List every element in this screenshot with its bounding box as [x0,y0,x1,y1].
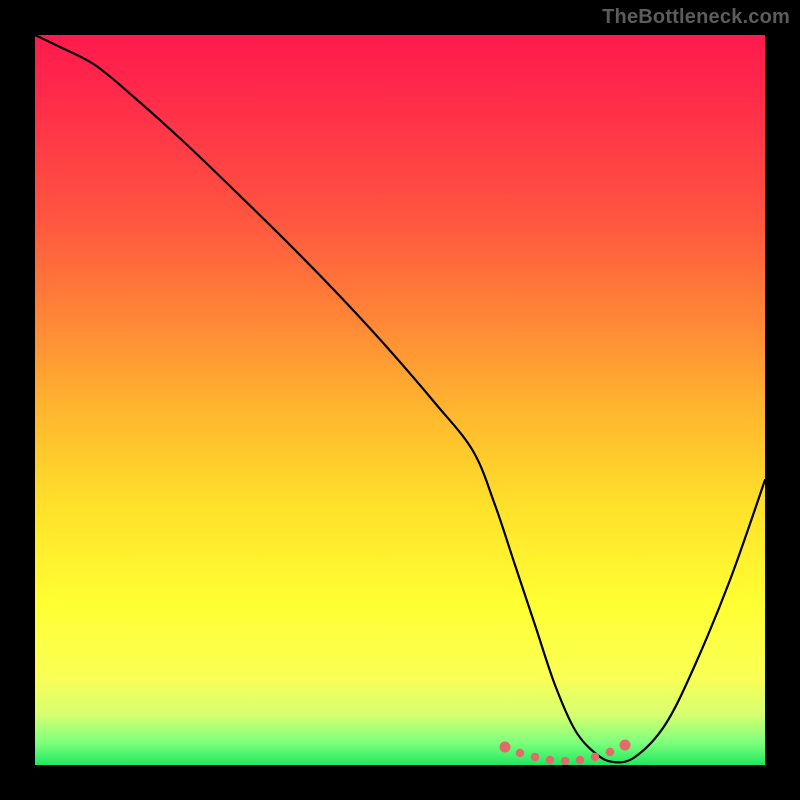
watermark-label: TheBottleneck.com [602,6,790,29]
sweet-spot-marker [500,742,511,753]
sweet-spot-marker [531,753,539,761]
sweet-spot-marker [561,757,569,765]
sweet-spot-marker [546,756,554,764]
sweet-spot-marker [591,753,599,761]
chart-svg [35,35,765,765]
sweet-spot-marker [606,748,614,756]
bottleneck-curve [35,35,765,762]
sweet-spot-marker [620,740,631,751]
chart-frame: TheBottleneck.com [0,0,800,800]
sweet-spot-marker [516,749,524,757]
sweet-spot-marker [576,756,584,764]
plot-area [35,35,765,765]
